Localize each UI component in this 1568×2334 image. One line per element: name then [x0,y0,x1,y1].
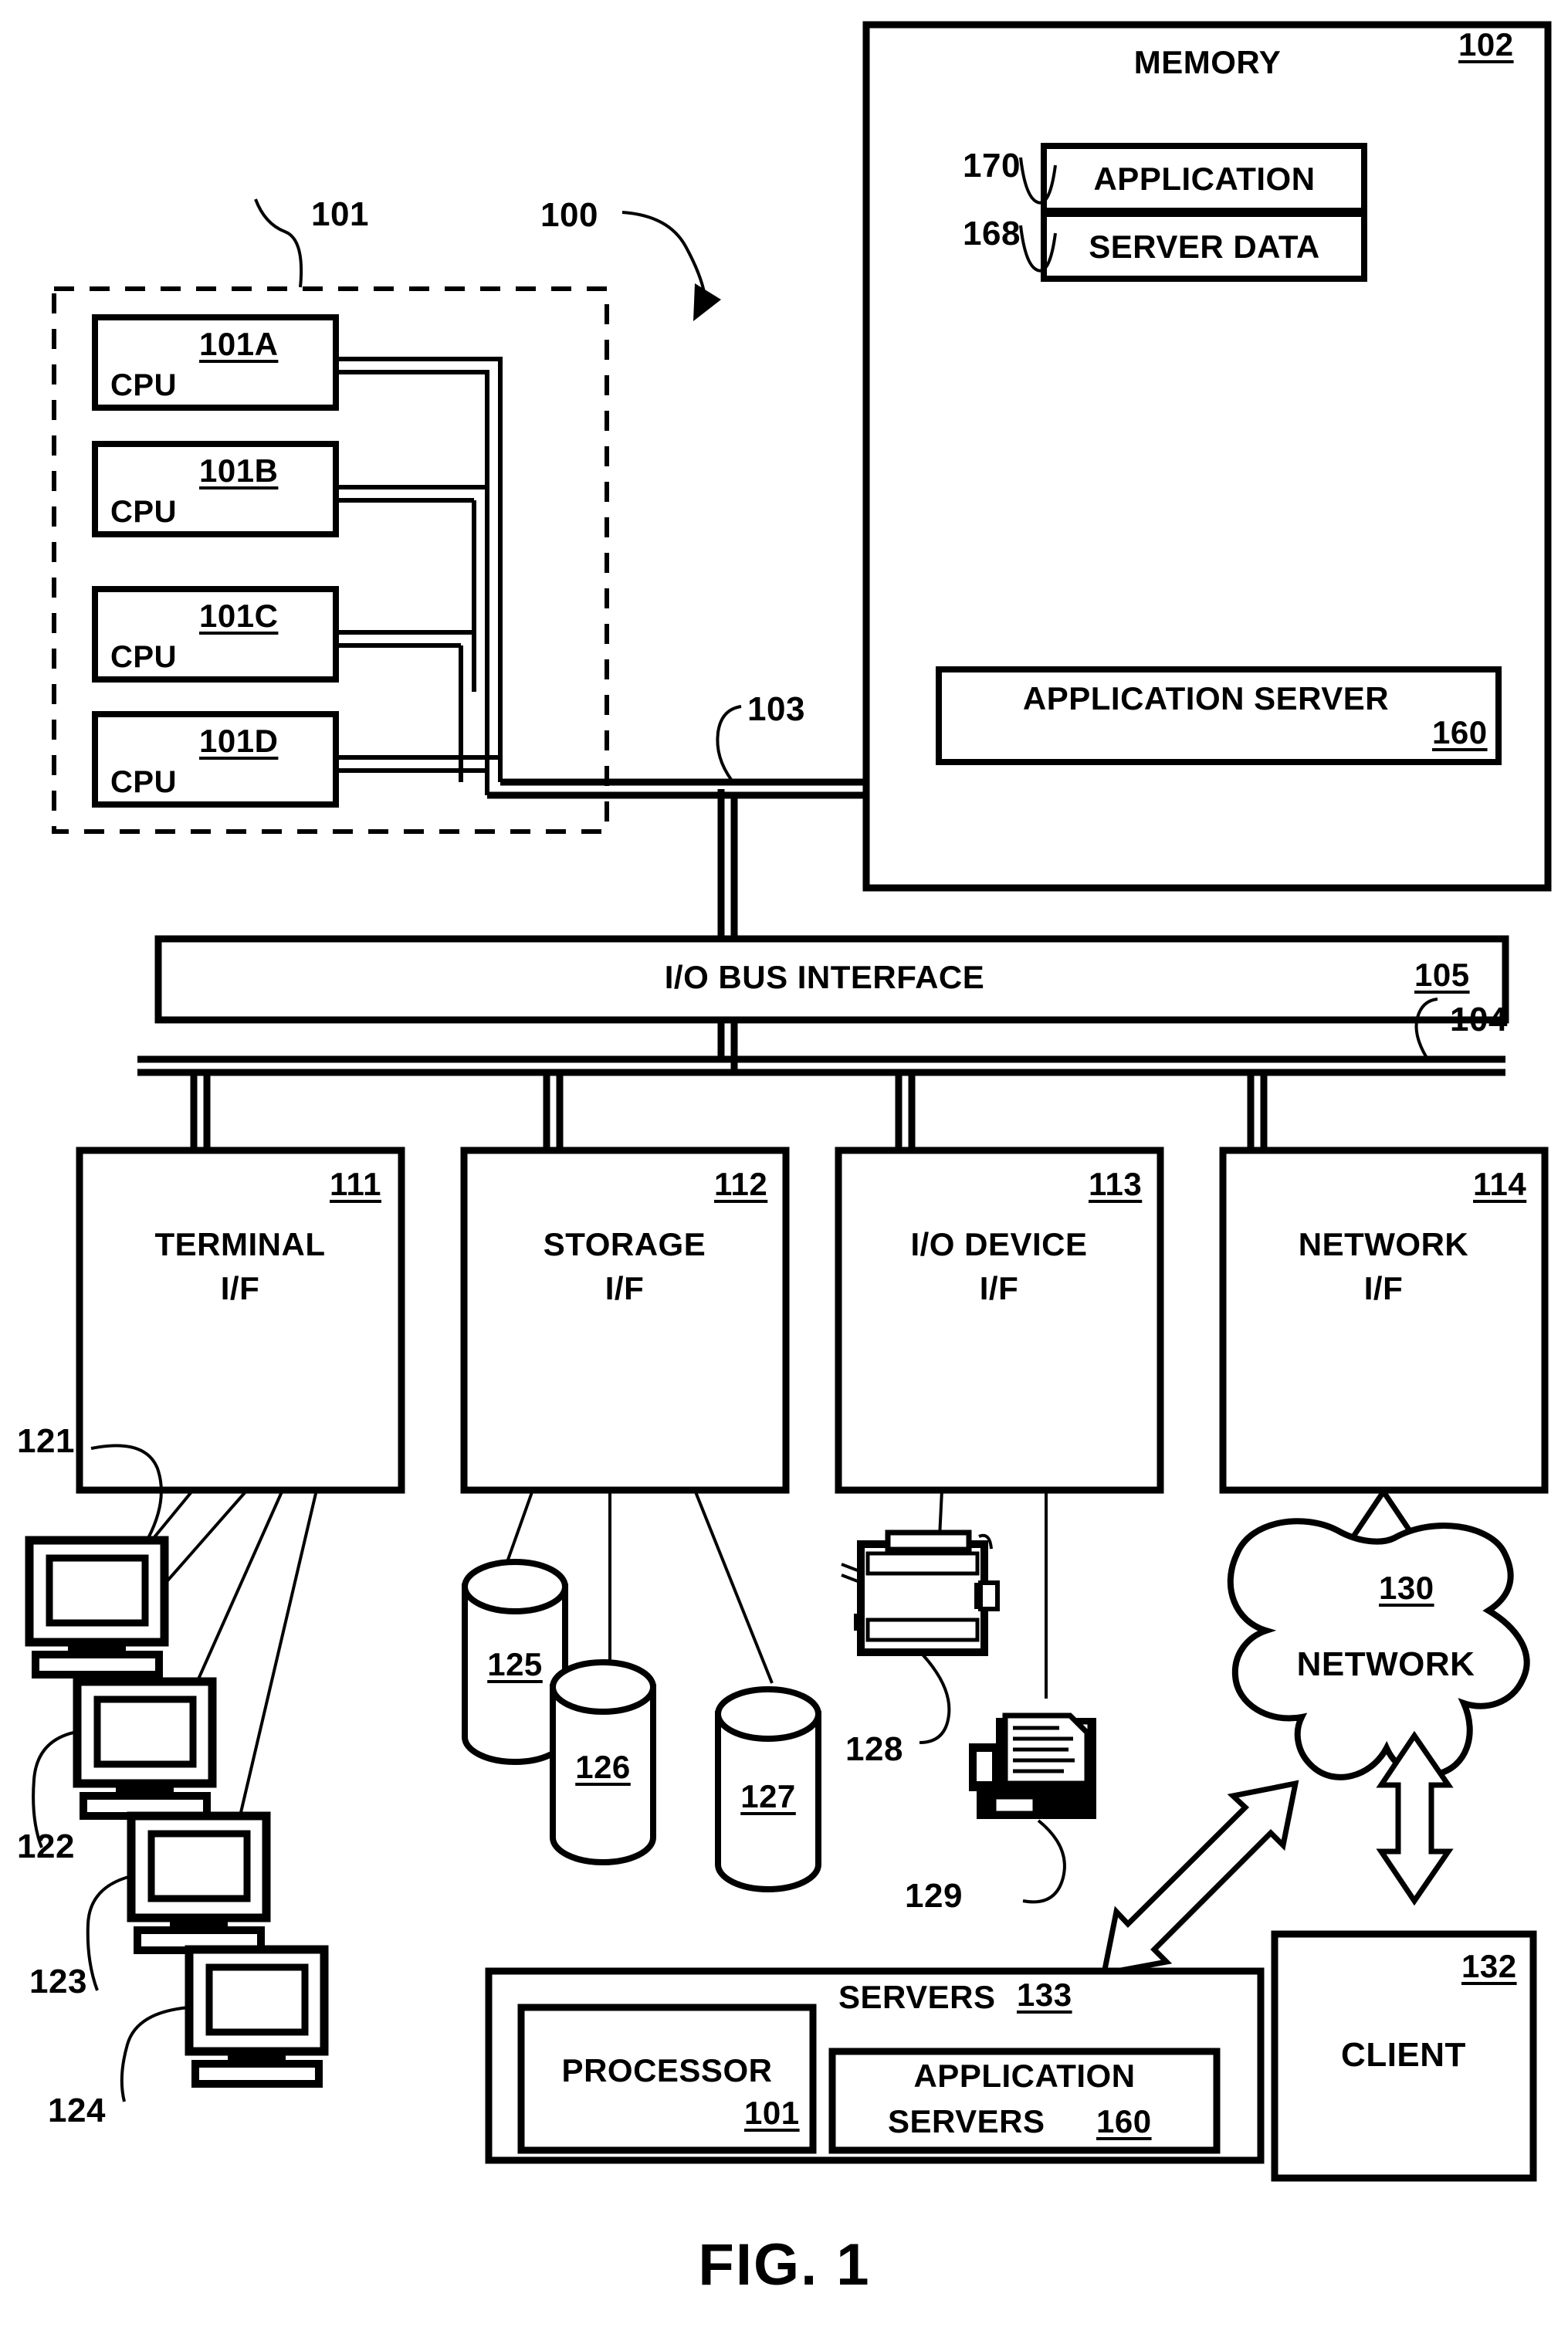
network-label: NETWORK [1296,1645,1475,1683]
patent-figure-1: MEMORY 102 170 APPLICATION 168 SERVER DA… [0,0,1568,2334]
io-bus-ref: 104 [1450,1001,1508,1038]
io-bus-drop-legs [190,1072,1268,1150]
leader-123 [86,1875,132,1991]
io-device-ref-129: 129 [905,1877,963,1915]
io-bus-104 [137,1055,1505,1076]
io-device-if-label-line2: I/F [979,1270,1019,1306]
terminal-ref-121: 121 [17,1422,75,1460]
memory-title: MEMORY [1133,44,1282,80]
io-device-ref-128: 128 [845,1730,903,1768]
servers-processor-ref: 101 [744,2095,800,2131]
terminal-ref-123: 123 [29,1963,87,2000]
memory-bus-ref: 103 [747,690,805,728]
leader-129 [1022,1819,1066,1904]
cpu-label-101D: CPU [110,765,177,799]
servers-appservers-ref: 160 [1096,2103,1152,2139]
tape-drive-icon-128 [841,1529,1000,1656]
servers-appservers-label-line2: SERVERS [888,2103,1045,2139]
terminal-if-label-line1: TERMINAL [154,1226,326,1262]
network-ref: 130 [1379,1570,1434,1606]
cpu-label-101B: CPU [110,495,177,529]
servers-processor-label: PROCESSOR [561,2052,773,2088]
leader-100 [621,211,721,321]
io-bus-interface-ref: 105 [1414,957,1470,993]
terminal-if-label-line2: I/F [220,1270,260,1306]
memory-application-ref: 170 [963,147,1021,185]
storage-if-label-line1: STORAGE [543,1226,706,1262]
network-if-label-line1: NETWORK [1298,1226,1469,1262]
iobus-interface-to-bus-link [717,1020,738,1072]
servers-to-network-arrow [1100,1780,1299,1977]
cpu-label-101C: CPU [110,640,177,674]
terminal-icon-123 [127,1811,271,1954]
servers-label: SERVERS [838,1979,996,2015]
leader-128 [919,1653,951,1744]
application-server-ref: 160 [1432,714,1488,750]
io-device-if-ref: 113 [1089,1166,1143,1202]
storage-ref-125: 125 [487,1646,543,1682]
leader-124 [120,2006,190,2102]
cpu-ref-101C: 101C [199,598,279,634]
terminal-icon-122 [73,1677,217,1820]
servers-appservers-label-line1: APPLICATION [913,2058,1136,2094]
leader-101 [254,198,303,288]
io-device-if-label-line1: I/O DEVICE [910,1226,1088,1262]
memory-server-data-ref: 168 [963,215,1021,252]
storage-if-ref: 112 [714,1166,768,1202]
memory-server-data-label: SERVER DATA [1089,229,1320,265]
cpu-label-101A: CPU [110,368,177,402]
memory-application-label: APPLICATION [1093,161,1316,197]
network-if-label-line2: I/F [1363,1270,1404,1306]
application-server-label: APPLICATION SERVER [1022,680,1390,716]
client-label: CLIENT [1341,2036,1466,2074]
cpu-ref-101A: 101A [199,326,279,362]
figure-caption: FIG. 1 [698,2232,871,2298]
storage-ref-126: 126 [575,1749,631,1785]
memory-ref: 102 [1458,26,1514,63]
leader-103 [716,705,742,782]
storage-ref-127: 127 [740,1778,796,1814]
network-if-ref: 114 [1473,1166,1527,1202]
servers-ref: 133 [1017,1977,1072,2013]
cpu-ref-101B: 101B [199,452,279,489]
storage-if-label-line2: I/F [605,1270,645,1306]
client-ref: 132 [1461,1948,1517,1984]
terminal-icon-124 [185,1945,329,2088]
io-bus-interface-label: I/O BUS INTERFACE [664,959,985,995]
terminal-ref-122: 122 [17,1828,75,1865]
printer-icon-129 [969,1712,1096,1819]
terminal-ref-124: 124 [48,2092,106,2129]
processor-cluster-ref: 101 [311,195,369,233]
cpu-ref-101D: 101D [199,723,279,759]
memory-to-iobus-link [717,789,738,939]
terminal-if-ref: 111 [330,1166,381,1202]
terminal-icon-121 [25,1536,169,1679]
system-ref: 100 [540,196,598,234]
